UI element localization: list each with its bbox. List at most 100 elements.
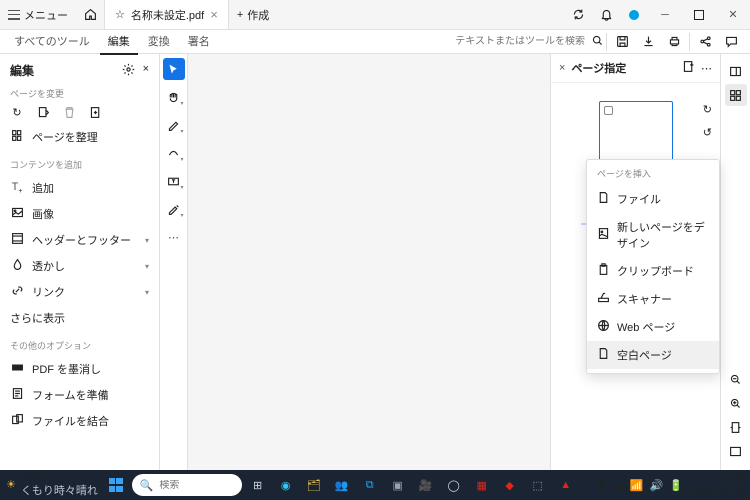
document-canvas[interactable] bbox=[188, 54, 550, 470]
thumbnails-icon[interactable] bbox=[725, 84, 747, 106]
taskbar-search[interactable]: 🔍 bbox=[132, 474, 242, 496]
home-button[interactable] bbox=[76, 1, 104, 29]
print-icon[interactable] bbox=[661, 31, 687, 53]
task-view-icon[interactable]: ⊞ bbox=[246, 473, 270, 497]
shape-tool[interactable]: ▾ bbox=[163, 142, 185, 164]
section-change-pages: ページを変更 bbox=[10, 87, 149, 100]
window-close[interactable]: ✕ bbox=[716, 0, 750, 30]
windows-taskbar: ☀ 33℃ くもり時々晴れ 🔍 ⊞ ◉ 🗂 👥 ⧉ ▣ 🎥 ◯ ▦ ◆ ⬚ ▲ … bbox=[0, 470, 750, 500]
more-icon[interactable]: ⋯ bbox=[701, 62, 712, 75]
menu-from-file[interactable]: ファイル bbox=[587, 185, 719, 213]
explorer-icon[interactable]: 🗂 bbox=[302, 473, 326, 497]
system-tray[interactable]: ˄ あ ☁ 📶 🔊 🔋 16:55 2023/06/29 bbox=[583, 473, 744, 497]
thumbnail-checkbox[interactable] bbox=[604, 106, 613, 115]
fit-width-icon[interactable] bbox=[725, 416, 747, 438]
highlight-tool[interactable]: ▾ bbox=[163, 198, 185, 220]
header-footer[interactable]: ヘッダーとフッター▾ bbox=[10, 227, 149, 253]
new-tab-button[interactable]: + 作成 bbox=[229, 7, 277, 23]
app-menu-button[interactable]: メニュー bbox=[0, 0, 76, 29]
cloud-icon[interactable]: ☁ bbox=[613, 479, 624, 492]
fullscreen-icon[interactable] bbox=[725, 440, 747, 462]
add-image[interactable]: 画像 bbox=[10, 201, 149, 227]
app-icon-gray[interactable]: ⬚ bbox=[526, 473, 550, 497]
tab-sign[interactable]: 署名 bbox=[180, 29, 218, 55]
zoom-out-icon[interactable] bbox=[725, 368, 747, 390]
search-input[interactable] bbox=[455, 36, 585, 47]
rotate-cw-icon[interactable]: ↻ bbox=[10, 106, 24, 122]
window-maximize[interactable] bbox=[682, 0, 716, 30]
tab-all-tools[interactable]: すべてのツール bbox=[6, 29, 98, 55]
clock[interactable]: 16:55 2023/06/29 bbox=[689, 473, 744, 497]
tab-close-button[interactable]: × bbox=[210, 7, 218, 22]
app-icon-red[interactable]: ◆ bbox=[498, 473, 522, 497]
chevron-up-icon[interactable]: ˄ bbox=[583, 479, 589, 491]
acrobat-icon[interactable]: ▲ bbox=[554, 473, 578, 497]
menu-label: メニュー bbox=[24, 7, 68, 23]
file-icon bbox=[597, 191, 609, 207]
prepare-form[interactable]: フォームを準備 bbox=[10, 382, 149, 408]
search-field[interactable] bbox=[455, 34, 604, 50]
panel-title: 編集 bbox=[10, 62, 34, 79]
panel-toggle-icon[interactable] bbox=[725, 60, 747, 82]
menu-header: ページを挿入 bbox=[587, 164, 719, 185]
vscode-icon[interactable]: ⧉ bbox=[358, 473, 382, 497]
obs-icon[interactable]: ◯ bbox=[442, 473, 466, 497]
link-tool[interactable]: リンク▾ bbox=[10, 279, 149, 305]
plus-icon: + bbox=[237, 9, 243, 21]
more-tools[interactable]: ⋯ bbox=[163, 226, 185, 248]
language-icon[interactable]: あ bbox=[596, 477, 607, 493]
scanner-icon bbox=[597, 291, 609, 307]
tab-convert[interactable]: 変換 bbox=[140, 29, 178, 55]
extract-icon[interactable] bbox=[36, 106, 50, 122]
volume-icon[interactable]: 🔊 bbox=[650, 479, 664, 492]
teams-icon[interactable]: 👥 bbox=[330, 473, 354, 497]
menu-scanner[interactable]: スキャナー bbox=[587, 285, 719, 313]
menu-web-page[interactable]: Web ページ bbox=[587, 313, 719, 341]
wifi-icon[interactable]: 📶 bbox=[630, 479, 644, 492]
tab-edit[interactable]: 編集 bbox=[100, 29, 138, 55]
bell-icon[interactable] bbox=[592, 1, 620, 29]
videocam-icon[interactable]: 🎥 bbox=[414, 473, 438, 497]
text-box-tool[interactable]: ▾ bbox=[163, 170, 185, 192]
edge-icon[interactable]: ◉ bbox=[274, 473, 298, 497]
settings-icon[interactable] bbox=[122, 63, 135, 79]
watermark-icon bbox=[10, 258, 24, 274]
draw-tool[interactable]: ▾ bbox=[163, 114, 185, 136]
sync-icon[interactable] bbox=[564, 1, 592, 29]
menu-clipboard[interactable]: クリップボード bbox=[587, 257, 719, 285]
save-icon[interactable] bbox=[609, 31, 635, 53]
panel-close-icon[interactable]: × bbox=[143, 63, 149, 79]
show-more[interactable]: さらに表示 bbox=[10, 305, 149, 331]
select-tool[interactable] bbox=[163, 58, 185, 80]
share-icon[interactable] bbox=[692, 31, 718, 53]
design-icon bbox=[597, 227, 609, 243]
watermark[interactable]: 透かし▾ bbox=[10, 253, 149, 279]
document-tab[interactable]: ☆ 名称未設定.pdf × bbox=[104, 0, 229, 29]
add-text[interactable]: T+追加 bbox=[10, 175, 149, 201]
rotate-cw-icon[interactable]: ↻ bbox=[703, 103, 712, 116]
terminal-icon[interactable]: ▣ bbox=[386, 473, 410, 497]
organize-pages[interactable]: ページを整理 bbox=[10, 124, 149, 150]
insert-page-icon[interactable] bbox=[88, 106, 102, 122]
pan-tool[interactable]: ▾ bbox=[163, 86, 185, 108]
start-button[interactable] bbox=[104, 473, 128, 497]
adobe-icon[interactable]: ▦ bbox=[470, 473, 494, 497]
menu-blank-page[interactable]: 空白ページ bbox=[587, 341, 719, 369]
battery-icon[interactable]: 🔋 bbox=[669, 479, 683, 492]
export-icon[interactable] bbox=[635, 31, 661, 53]
combine-files[interactable]: ファイルを結合 bbox=[10, 408, 149, 434]
weather-widget[interactable]: ☀ 33℃ くもり時々晴れ bbox=[6, 473, 98, 497]
window-minimize[interactable]: ─ bbox=[648, 0, 682, 30]
comment-icon[interactable] bbox=[718, 31, 744, 53]
delete-icon[interactable] bbox=[62, 106, 76, 122]
zoom-in-icon[interactable] bbox=[725, 392, 747, 414]
redact[interactable]: PDF を墨消し bbox=[10, 356, 149, 382]
right-panel-close[interactable]: × bbox=[559, 62, 565, 74]
header-footer-icon bbox=[10, 232, 24, 248]
new-page-icon[interactable] bbox=[682, 60, 695, 76]
account-avatar[interactable] bbox=[620, 1, 648, 29]
star-icon: ☆ bbox=[115, 8, 125, 21]
clipboard-icon bbox=[597, 263, 609, 279]
rotate-ccw-icon[interactable]: ↺ bbox=[703, 126, 712, 139]
menu-design-page[interactable]: 新しいページをデザイン bbox=[587, 213, 719, 257]
